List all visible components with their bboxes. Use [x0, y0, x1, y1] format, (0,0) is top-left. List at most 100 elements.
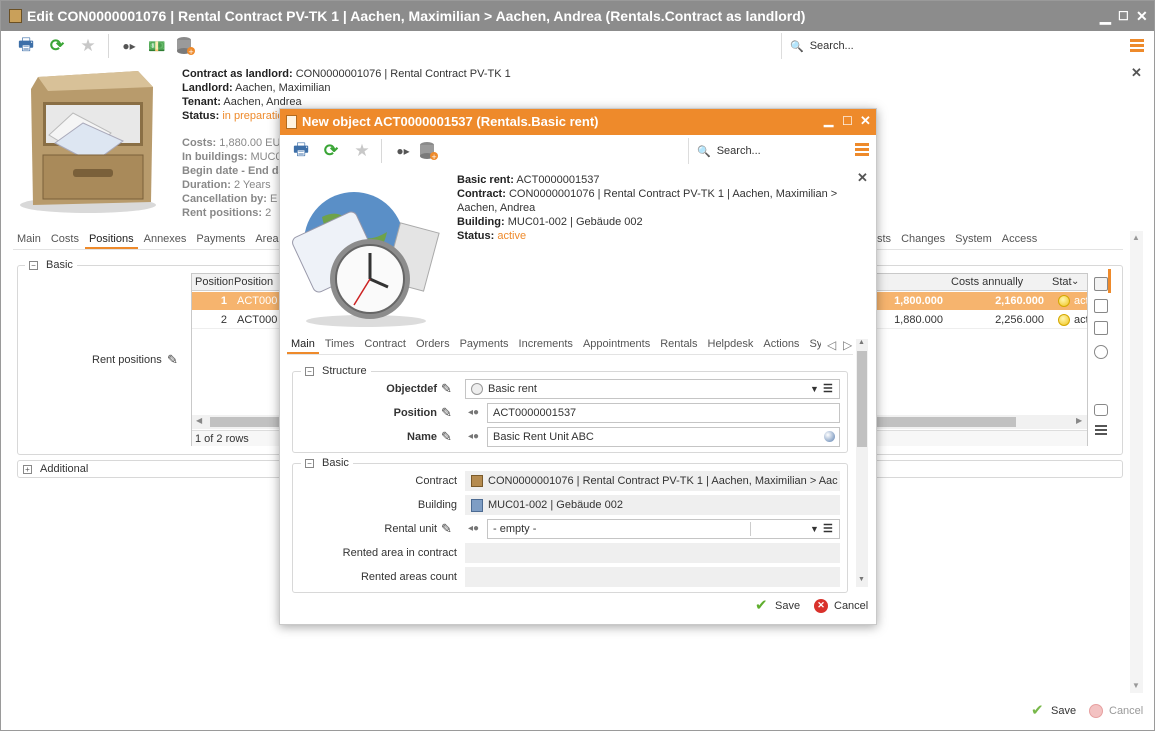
grid-view-icon[interactable]	[1094, 321, 1108, 335]
tab-main[interactable]: Main	[287, 336, 319, 354]
details-view-icon[interactable]	[1094, 299, 1108, 313]
rent-positions-label: Rent positions	[92, 354, 162, 366]
rented-areas-count-field[interactable]	[465, 567, 840, 587]
database-add-icon[interactable]: +	[419, 141, 439, 161]
link-arrow-icon[interactable]: ●▸	[393, 141, 413, 161]
database-add-icon[interactable]: +	[176, 36, 196, 56]
edit-pencil-icon[interactable]: ✎	[441, 382, 455, 396]
maximize-icon[interactable]: ☐	[1118, 1, 1129, 31]
dialog-title-bar[interactable]: New object ACT0000001537 (Rentals.Basic …	[280, 109, 876, 135]
refresh-icon[interactable]: ⟳	[321, 141, 341, 161]
collapse-icon[interactable]: −	[29, 260, 38, 270]
dialog-menu-icon[interactable]	[855, 143, 869, 157]
rental-unit-select[interactable]: - empty - ▼ ☰	[487, 519, 840, 539]
name-input[interactable]: Basic Rent Unit ABC	[487, 427, 840, 447]
tab-payments[interactable]: Payments	[456, 336, 513, 354]
tab-times[interactable]: Times	[321, 336, 359, 354]
main-title-bar[interactable]: Edit CON0000001076 | Rental Contract PV-…	[1, 1, 1154, 31]
inherit-arrow-icon[interactable]: ◂●	[468, 431, 479, 442]
tab-system[interactable]: Sy	[805, 336, 821, 354]
minimize-icon[interactable]: ▁	[1100, 1, 1111, 31]
tab-annexes[interactable]: Annexes	[140, 231, 191, 249]
dialog-close-info-icon[interactable]: ✕	[857, 170, 868, 186]
main-search-input[interactable]: 🔍 Search...	[781, 33, 1121, 59]
list-menu-icon[interactable]: ☰	[823, 520, 833, 538]
contract-field[interactable]: CON0000001076 | Rental Contract PV-TK 1 …	[465, 471, 840, 491]
expand-icon[interactable]: +	[23, 464, 32, 474]
main-vertical-scrollbar[interactable]	[1130, 231, 1143, 693]
print-icon[interactable]: 🖶	[16, 35, 36, 56]
close-info-icon[interactable]: ✕	[1131, 65, 1142, 81]
tab-system[interactable]: System	[951, 231, 996, 247]
tab-contract[interactable]: Contract	[360, 336, 410, 354]
search-view-icon[interactable]	[1094, 345, 1108, 359]
tab-orders[interactable]: Orders	[412, 336, 454, 354]
dialog-basic-section-header[interactable]: − Basic	[301, 457, 353, 469]
tab-positions[interactable]: Positions	[84, 231, 138, 249]
scroll-left-arrow-icon[interactable]: ◀	[196, 416, 202, 425]
tab-appointments[interactable]: Appointments	[579, 336, 654, 354]
main-additional-section-header[interactable]: + Additional	[19, 463, 93, 475]
dialog-close-icon[interactable]: ✕	[860, 113, 871, 129]
scroll-down-arrow-icon[interactable]: ▼	[858, 576, 865, 583]
list-menu-icon[interactable]: ☰	[823, 380, 833, 398]
main-basic-section-header[interactable]: − Basic	[25, 259, 77, 271]
collapse-icon[interactable]: −	[305, 458, 314, 468]
scroll-up-arrow-icon[interactable]: ▲	[1132, 233, 1140, 242]
inherit-arrow-icon[interactable]: ◂●	[468, 523, 479, 534]
chevron-down-icon[interactable]: ▼	[810, 520, 819, 538]
structure-section-header[interactable]: − Structure	[301, 365, 371, 377]
dialog-search-input[interactable]: 🔍 Search...	[688, 138, 840, 164]
dialog-save-button[interactable]: ✔ Save	[755, 598, 800, 613]
tab-rentals[interactable]: Rentals	[656, 336, 701, 354]
refresh-icon[interactable]: ⟳	[47, 36, 67, 56]
print-icon[interactable]: 🖶	[291, 140, 311, 161]
building-field[interactable]: MUC01-002 | Gebäude 002	[465, 495, 840, 515]
edit-pencil-icon[interactable]: ✎	[441, 406, 455, 420]
tab-increments[interactable]: Increments	[515, 336, 577, 354]
scroll-up-arrow-icon[interactable]: ▲	[858, 339, 865, 346]
dialog-cancel-button[interactable]: ✕ Cancel	[814, 599, 868, 613]
tab-actions[interactable]: Actions	[759, 336, 803, 354]
save-button[interactable]: ✔ Save	[1031, 703, 1076, 718]
list-view-icon[interactable]	[1094, 277, 1108, 291]
tab-helpdesk[interactable]: Helpdesk	[704, 336, 758, 354]
edit-pencil-icon[interactable]: ✎	[167, 353, 181, 367]
favorite-star-icon[interactable]: ★	[78, 36, 98, 56]
cancel-button[interactable]: Cancel	[1089, 704, 1143, 718]
dialog-minimize-icon[interactable]: ▁	[824, 113, 833, 127]
edit-pencil-icon[interactable]: ✎	[441, 522, 455, 536]
scroll-right-arrow-icon[interactable]: ▶	[1076, 416, 1082, 425]
tab-payments[interactable]: Payments	[192, 231, 249, 249]
link-arrow-icon[interactable]: ●▸	[119, 36, 139, 56]
dialog-scroll-thumb[interactable]	[857, 351, 867, 447]
edit-pencil-icon[interactable]: ✎	[441, 430, 455, 444]
grid-header-position-num[interactable]: Position	[195, 276, 233, 288]
tabs-next-icon[interactable]: ▷	[843, 338, 852, 352]
tab-changes[interactable]: Changes	[897, 231, 949, 247]
main-menu-icon[interactable]	[1130, 39, 1144, 53]
tab-costs[interactable]: Costs	[47, 231, 83, 249]
position-input[interactable]: ACT0000001537	[487, 403, 840, 423]
money-icon[interactable]: 💵	[147, 36, 167, 56]
inherit-arrow-icon[interactable]: ◂●	[468, 407, 479, 418]
dialog-maximize-icon[interactable]: ☐	[842, 114, 853, 128]
scroll-down-arrow-icon[interactable]: ▼	[1132, 681, 1140, 690]
chevron-down-icon[interactable]: ⌄	[1071, 276, 1079, 287]
tab-main[interactable]: Main	[13, 231, 45, 249]
objectdef-select[interactable]: Basic rent ▼ ☰	[465, 379, 840, 399]
grid-header-costs-annually[interactable]: Costs annually	[951, 276, 1041, 288]
translate-globe-icon[interactable]	[824, 431, 835, 442]
comment-icon[interactable]	[1094, 404, 1108, 416]
grid-header-position[interactable]: Position	[234, 276, 284, 288]
tab-area[interactable]: Area	[251, 231, 282, 249]
tab-access[interactable]: Access	[998, 231, 1041, 247]
chevron-down-icon[interactable]: ▼	[810, 380, 819, 398]
favorite-star-icon[interactable]: ★	[352, 141, 372, 161]
collapse-icon[interactable]: −	[305, 366, 314, 376]
rented-area-field[interactable]	[465, 543, 840, 563]
grid-header-status[interactable]: Status	[1052, 276, 1072, 288]
tabs-prev-icon[interactable]: ◁	[827, 338, 836, 352]
close-window-icon[interactable]: ✕	[1136, 1, 1148, 31]
grid-menu-icon[interactable]	[1095, 425, 1107, 435]
